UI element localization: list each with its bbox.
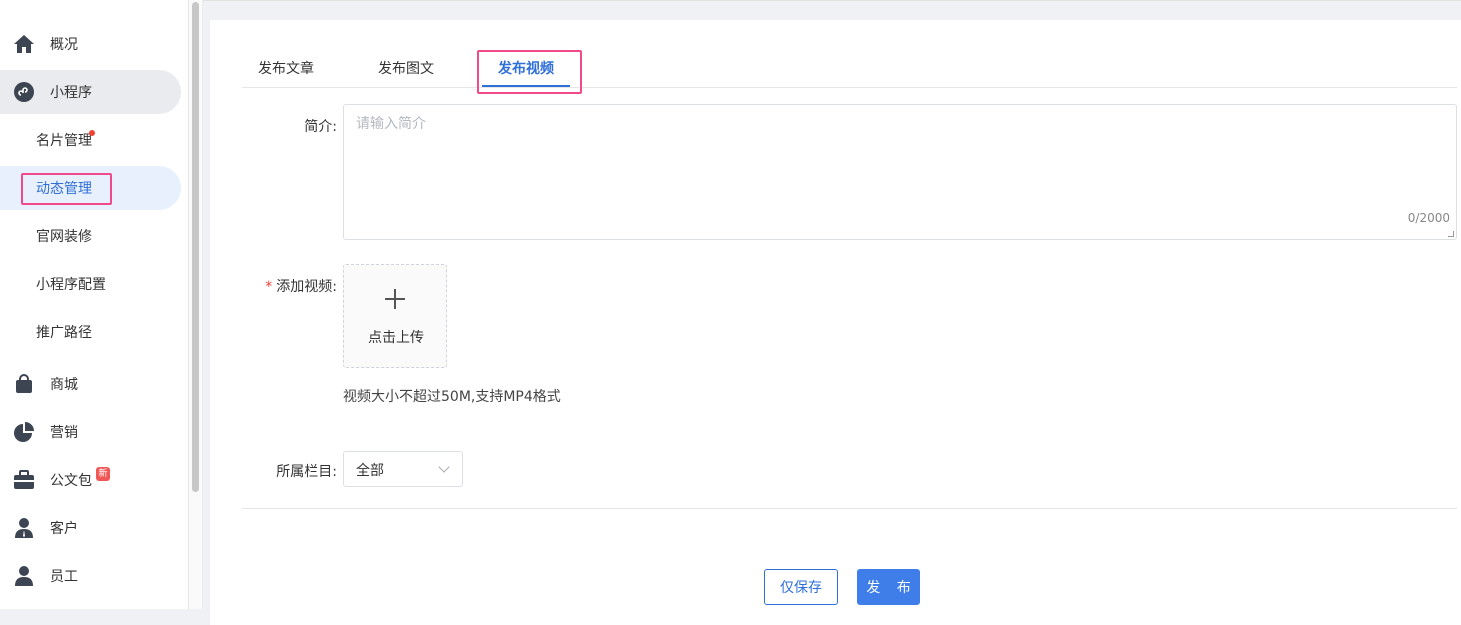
tab-publish-article[interactable]: 发布文章 xyxy=(258,58,314,78)
intro-char-count: 0/2000 xyxy=(1407,211,1450,225)
sidebar-item-employee[interactable]: 员工 xyxy=(0,554,181,598)
sidebar-item-label: 员工 xyxy=(50,569,78,585)
sidebar-item-mall[interactable]: 商城 xyxy=(0,362,181,406)
highlight-box-tab xyxy=(477,50,582,94)
publish-button[interactable]: 发 布 xyxy=(857,569,920,605)
sidebar-scrollbar[interactable] xyxy=(189,0,203,609)
sidebar-subitem-website-decoration[interactable]: 官网装修 xyxy=(0,214,181,258)
sidebar-item-marketing[interactable]: 营销 xyxy=(0,410,181,454)
video-hint: 视频大小不超过50M,支持MP4格式 xyxy=(343,389,561,405)
required-mark: * xyxy=(265,279,273,295)
sidebar-subitem-label: 名片管理 xyxy=(36,133,92,149)
save-only-button[interactable]: 仅保存 xyxy=(764,569,838,605)
customer-icon xyxy=(12,516,36,540)
sidebar-item-label: 商城 xyxy=(50,377,78,393)
sidebar-subitem-promotion-path[interactable]: 推广路径 xyxy=(0,310,181,354)
column-label: 所属栏目: xyxy=(276,464,337,480)
new-badge: 新 xyxy=(96,467,110,481)
plus-icon xyxy=(385,289,405,309)
intro-placeholder: 请输入简介 xyxy=(356,116,426,132)
sidebar-item-mini-program[interactable]: 小程序 xyxy=(0,70,181,114)
sidebar-item-label: 客户 xyxy=(50,521,78,537)
column-select-value: 全部 xyxy=(356,463,384,479)
sidebar: 概况 小程序 名片管理 动态管理 官网装修 小程序配置 推广路径 商城 营销 公… xyxy=(0,0,189,609)
video-upload-box[interactable]: 点击上传 xyxy=(343,264,447,368)
sidebar-item-label: 营销 xyxy=(50,425,78,441)
intro-textarea[interactable]: 请输入简介 0/2000 xyxy=(343,104,1457,240)
scrollbar-thumb[interactable] xyxy=(192,2,199,492)
shopping-bag-icon xyxy=(12,372,36,396)
sidebar-item-label: 公文包 xyxy=(50,473,92,489)
form-divider xyxy=(242,508,1457,509)
notification-dot xyxy=(89,130,95,136)
sidebar-item-briefcase[interactable]: 公文包 xyxy=(0,458,181,502)
pie-chart-icon xyxy=(12,420,36,444)
sidebar-item-label: 小程序 xyxy=(50,85,92,101)
sidebar-subitem-mini-program-config[interactable]: 小程序配置 xyxy=(0,262,181,306)
top-divider xyxy=(203,0,1461,1)
employee-icon xyxy=(12,564,36,588)
tab-publish-image-text[interactable]: 发布图文 xyxy=(378,58,434,78)
upload-text: 点击上传 xyxy=(368,330,424,346)
briefcase-icon xyxy=(12,468,36,492)
resize-handle[interactable] xyxy=(1448,231,1454,237)
column-select[interactable]: 全部 xyxy=(343,451,463,487)
sidebar-subitem-label: 小程序配置 xyxy=(36,277,106,293)
sidebar-item-overview[interactable]: 概况 xyxy=(0,22,181,66)
publish-tabs: 发布文章 发布图文 发布视频 xyxy=(242,52,1457,88)
add-video-label: * 添加视频: xyxy=(265,279,337,295)
home-icon xyxy=(12,32,36,56)
sidebar-item-customer[interactable]: 客户 xyxy=(0,506,181,550)
sidebar-item-label: 概况 xyxy=(50,37,78,53)
sidebar-subitem-label: 推广路径 xyxy=(36,325,92,341)
highlight-box-sidebar xyxy=(21,173,112,205)
sidebar-subitem-card-management[interactable]: 名片管理 xyxy=(0,118,181,162)
sidebar-subitem-label: 官网装修 xyxy=(36,229,92,245)
intro-label: 简介: xyxy=(304,119,337,135)
mini-program-icon xyxy=(12,80,36,104)
chevron-down-icon xyxy=(438,461,450,473)
